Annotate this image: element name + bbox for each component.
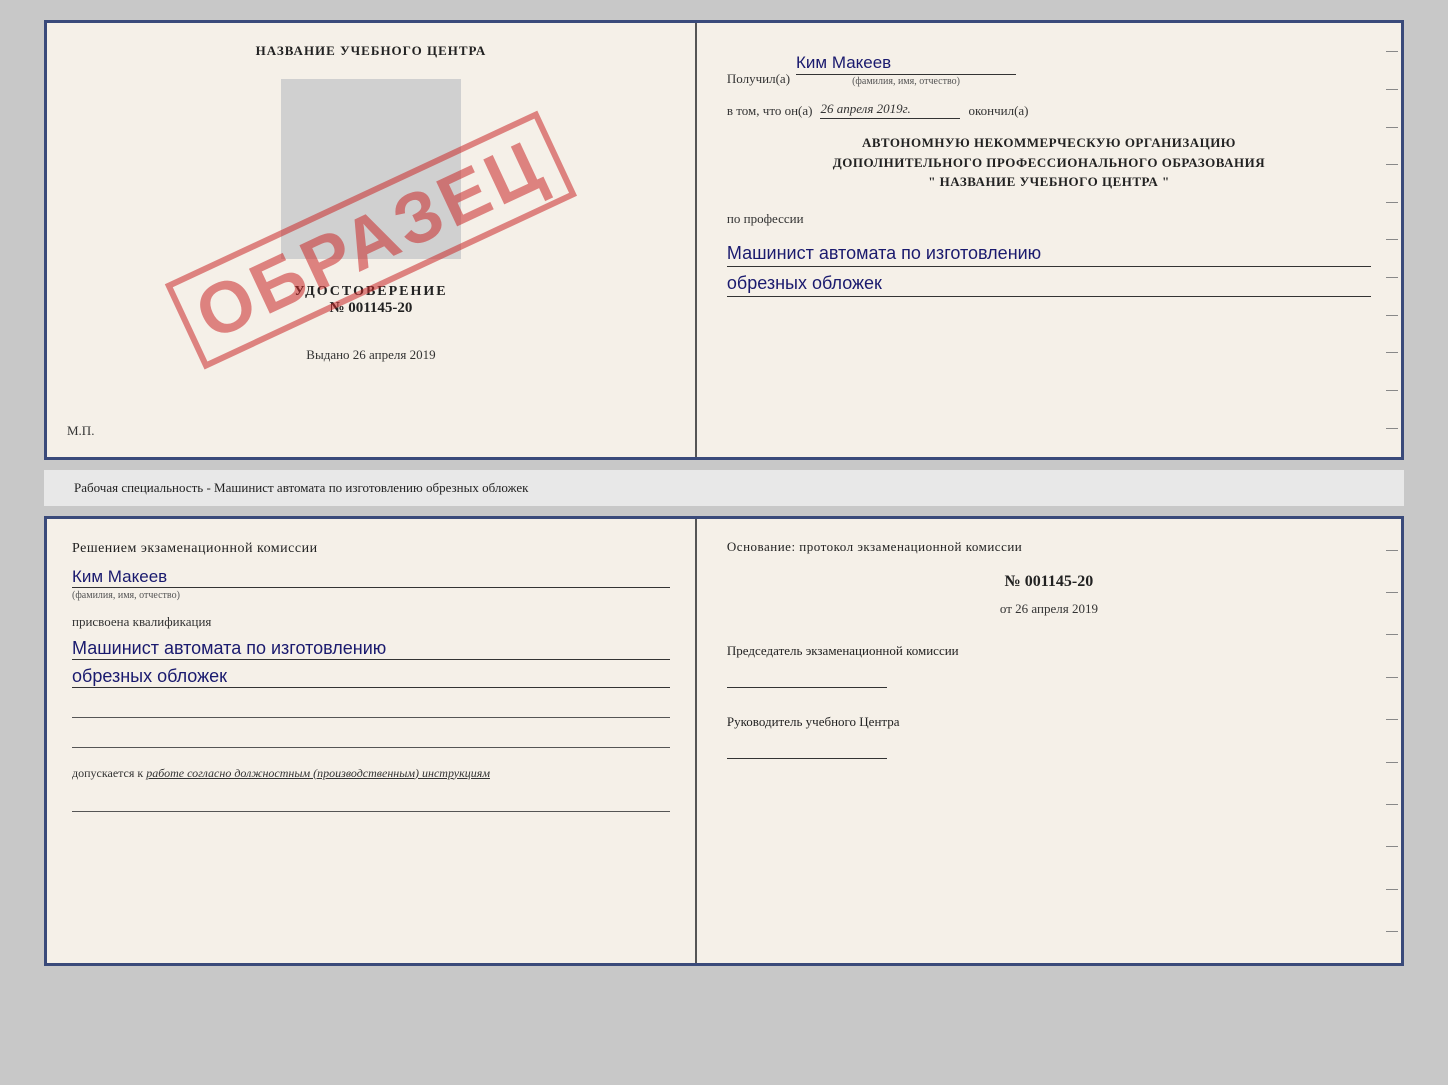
udostoverenie-number: № 001145-20 [294, 300, 447, 317]
qualification-line2: обрезных обложек [72, 666, 670, 688]
rukovoditel-block: Руководитель учебного Центра [727, 713, 1371, 759]
komissia-name: Ким Макеев [72, 567, 670, 588]
edge-dash [1386, 127, 1398, 128]
edge-dash [1386, 202, 1398, 203]
vydano-label: Выдано [306, 347, 349, 362]
ot-date-value: 26 апреля 2019 [1015, 601, 1098, 616]
top-doc-right: Получил(а) Ким Макеев (фамилия, имя, отч… [697, 23, 1401, 457]
profession-line2: обрезных обложек [727, 273, 1371, 297]
vtom-label: в том, что он(а) [727, 103, 813, 119]
top-document: НАЗВАНИЕ УЧЕБНОГО ЦЕНТРА УДОСТОВЕРЕНИЕ №… [44, 20, 1404, 460]
po-professii-label: по профессии [727, 211, 1371, 227]
bottom-document: Решением экзаменационной комиссии Ким Ма… [44, 516, 1404, 966]
bottom-doc-right: Основание: протокол экзаменационной коми… [697, 519, 1401, 963]
chairman-signature-line [727, 668, 887, 688]
org-block: АВТОНОМНУЮ НЕКОММЕРЧЕСКУЮ ОРГАНИЗАЦИЮ ДО… [727, 133, 1371, 192]
recipient-line: Получил(а) Ким Макеев (фамилия, имя, отч… [727, 53, 1371, 87]
udostoverenie-block: УДОСТОВЕРЕНИЕ № 001145-20 [294, 284, 447, 317]
document-container: НАЗВАНИЕ УЧЕБНОГО ЦЕНТРА УДОСТОВЕРЕНИЕ №… [44, 20, 1404, 966]
bottom-right-edge-lines [1383, 519, 1401, 963]
edge-dash [1386, 719, 1398, 720]
edge-dash [1386, 677, 1398, 678]
dopusk-label: допускается к [72, 766, 143, 780]
okonchil-label: окончил(а) [968, 103, 1028, 119]
edge-dash [1386, 428, 1398, 429]
ot-label: от [1000, 601, 1012, 616]
school-name-top: НАЗВАНИЕ УЧЕБНОГО ЦЕНТРА [256, 43, 487, 59]
vtom-date: 26 апреля 2019г. [820, 101, 960, 119]
recipient-fio-subtext: (фамилия, имя, отчество) [796, 76, 1016, 87]
edge-dash [1386, 592, 1398, 593]
commission-title: Решением экзаменационной комиссии [72, 539, 670, 559]
org-line1: АВТОНОМНУЮ НЕКОММЕРЧЕСКУЮ ОРГАНИЗАЦИЮ [727, 133, 1371, 153]
edge-dash [1386, 352, 1398, 353]
rukovoditel-signature-line [727, 739, 887, 759]
edge-dash [1386, 89, 1398, 90]
stamp-area [281, 79, 461, 259]
chairman-label: Председатель экзаменационной комиссии [727, 642, 1371, 660]
edge-dash [1386, 931, 1398, 932]
edge-dash [1386, 164, 1398, 165]
rukovoditel-label: Руководитель учебного Центра [727, 713, 1371, 731]
org-line2: ДОПОЛНИТЕЛЬНОГО ПРОФЕССИОНАЛЬНОГО ОБРАЗО… [727, 153, 1371, 173]
edge-dash [1386, 51, 1398, 52]
qualification-line1: Машинист автомата по изготовлению [72, 638, 670, 660]
blank-line-3 [72, 796, 670, 812]
osnovanie-label: Основание: протокол экзаменационной коми… [727, 539, 1371, 555]
edge-dash [1386, 846, 1398, 847]
komissia-fio-subtext: (фамилия, имя, отчество) [72, 590, 670, 601]
protocol-number: № 001145-20 [727, 573, 1371, 591]
dopuskaetsya-block: допускается к работе согласно должностны… [72, 764, 670, 782]
mp-label: М.П. [67, 423, 94, 439]
top-doc-left: НАЗВАНИЕ УЧЕБНОГО ЦЕНТРА УДОСТОВЕРЕНИЕ №… [47, 23, 697, 457]
vtom-line: в том, что он(а) 26 апреля 2019г. окончи… [727, 101, 1371, 119]
chairman-block: Председатель экзаменационной комиссии [727, 642, 1371, 688]
edge-dash [1386, 390, 1398, 391]
edge-dash [1386, 239, 1398, 240]
profession-line1: Машинист автомата по изготовлению [727, 243, 1371, 267]
recipient-name: Ким Макеев [796, 53, 1016, 75]
edge-dash [1386, 277, 1398, 278]
vydano-date: 26 апреля 2019 [353, 347, 436, 362]
bottom-doc-left: Решением экзаменационной комиссии Ким Ма… [47, 519, 697, 963]
blank-line-2 [72, 732, 670, 748]
blank-line-1 [72, 702, 670, 718]
middle-text: Рабочая специальность - Машинист автомат… [44, 470, 1404, 506]
edge-dash [1386, 550, 1398, 551]
edge-dash [1386, 889, 1398, 890]
edge-dash [1386, 315, 1398, 316]
org-line3: " НАЗВАНИЕ УЧЕБНОГО ЦЕНТРА " [727, 172, 1371, 192]
poluchil-label: Получил(а) [727, 71, 790, 87]
edge-dash [1386, 762, 1398, 763]
edge-dash [1386, 634, 1398, 635]
edge-dash [1386, 804, 1398, 805]
udostoverenie-title: УДОСТОВЕРЕНИЕ [294, 284, 447, 300]
ot-date: от 26 апреля 2019 [727, 601, 1371, 617]
vydano-line: Выдано 26 апреля 2019 [306, 347, 435, 363]
right-edge-lines [1383, 23, 1401, 457]
dopusk-text: работе согласно должностным (производств… [146, 766, 490, 780]
prisvoena-label: присвоена квалификация [72, 614, 670, 630]
